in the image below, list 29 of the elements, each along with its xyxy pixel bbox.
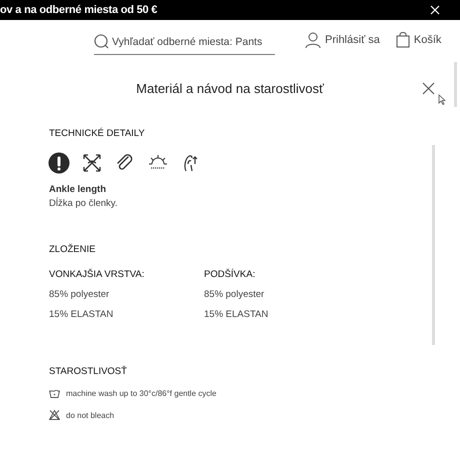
feature-text: Dĺžka po členky. <box>49 198 118 209</box>
section-heading: STAROSTLIVOSŤ <box>49 366 128 377</box>
login-button[interactable]: Prihlásiť sa <box>305 32 380 48</box>
material-text: 15% ELASTAN <box>204 309 270 320</box>
search-icon <box>94 34 109 49</box>
scrollbar[interactable] <box>454 62 457 107</box>
scrollbar[interactable] <box>432 145 435 345</box>
close-icon[interactable] <box>422 82 435 95</box>
no-bleach-icon <box>49 410 60 420</box>
column-title: PODŠÍVKA: <box>204 269 256 280</box>
modal-title: Materiál a návod na starostlivosť <box>136 80 324 96</box>
column-title: VONKAJŠIA VRSTVA: <box>49 269 146 280</box>
user-icon <box>305 32 321 48</box>
cursor-icon <box>438 94 446 105</box>
material-text: 85% polyester <box>204 289 266 300</box>
section-heading: TECHNICKÉ DETAILY <box>49 128 146 139</box>
cart-button[interactable]: Košík <box>396 32 442 48</box>
promo-text: ov a na odberné miesta od 50 € <box>0 4 158 16</box>
bag-icon <box>396 32 410 48</box>
stretch-icon <box>81 152 103 174</box>
section-heading: ZLOŽENIE <box>49 244 96 255</box>
care-text: machine wash up to 30°c/86°f gentle cycle <box>66 389 216 398</box>
care-text: do not bleach <box>66 410 114 420</box>
material-text: 85% polyester <box>49 289 110 300</box>
exclamation-icon <box>48 152 70 174</box>
material-text: 15% ELASTAN <box>49 309 114 320</box>
feature-title: Ankle length <box>49 184 108 195</box>
search-field[interactable]: Vyhľadať odberné miesta: Pants <box>94 30 275 54</box>
wash-icon <box>49 389 60 398</box>
